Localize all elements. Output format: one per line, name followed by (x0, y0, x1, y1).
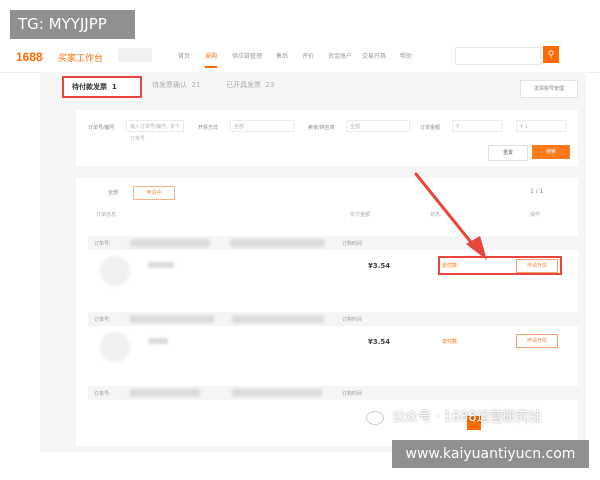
watermark: 公众号 · 1688运营研究社 (366, 406, 542, 425)
url-overlay: www.kaiyuantiyucn.com (392, 440, 589, 468)
wechat-icon (366, 410, 384, 425)
